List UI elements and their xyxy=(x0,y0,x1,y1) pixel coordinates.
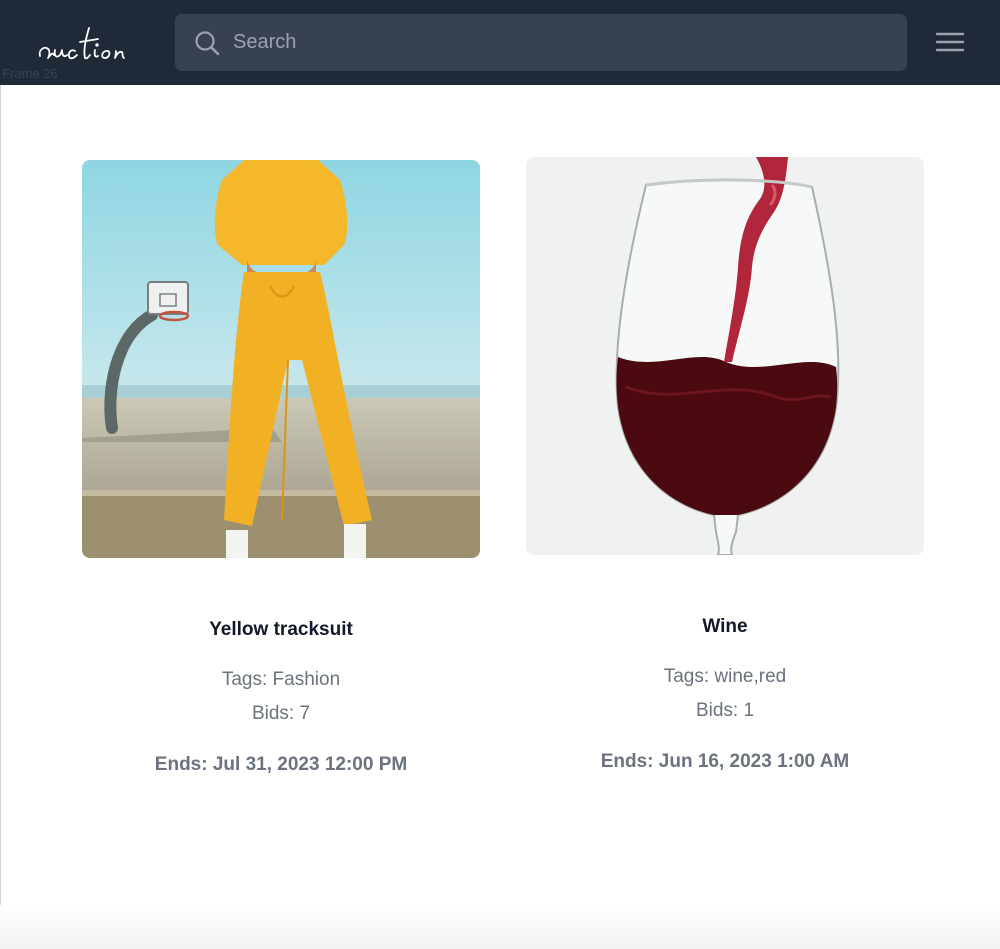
auction-tags: Tags: wine,red xyxy=(663,666,787,687)
hamburger-icon[interactable] xyxy=(934,28,966,56)
auction-logo[interactable]: auction xyxy=(36,22,146,68)
auction-card-tracksuit[interactable]: Yellow tracksuit Tags: Fashion Bids: 7 E… xyxy=(82,160,480,777)
frame-label: Frame 26 xyxy=(2,66,58,81)
auction-title[interactable]: Wine xyxy=(526,615,924,639)
page-bottom-shade xyxy=(0,905,1000,949)
auction-tags: Tags: Fashion xyxy=(221,669,341,690)
auction-bids: Bids: 1 xyxy=(695,700,755,721)
auction-end-date: Ends: Jun 16, 2023 1:00 AM xyxy=(600,751,850,772)
tracksuit-image[interactable] xyxy=(82,160,480,558)
search-bar[interactable] xyxy=(175,14,907,71)
auction-title[interactable]: Yellow tracksuit xyxy=(82,618,480,642)
wine-image[interactable] xyxy=(526,157,924,555)
search-icon xyxy=(195,31,220,56)
search-input[interactable] xyxy=(233,14,893,71)
auction-card-wine[interactable]: Wine Tags: wine,red Bids: 1 Ends: Jun 16… xyxy=(526,157,924,774)
auction-bids: Bids: 7 xyxy=(251,703,311,724)
page-divider xyxy=(0,85,1,949)
auction-end-date: Ends: Jul 31, 2023 12:00 PM xyxy=(154,754,408,775)
top-navbar: auction xyxy=(0,0,1000,85)
